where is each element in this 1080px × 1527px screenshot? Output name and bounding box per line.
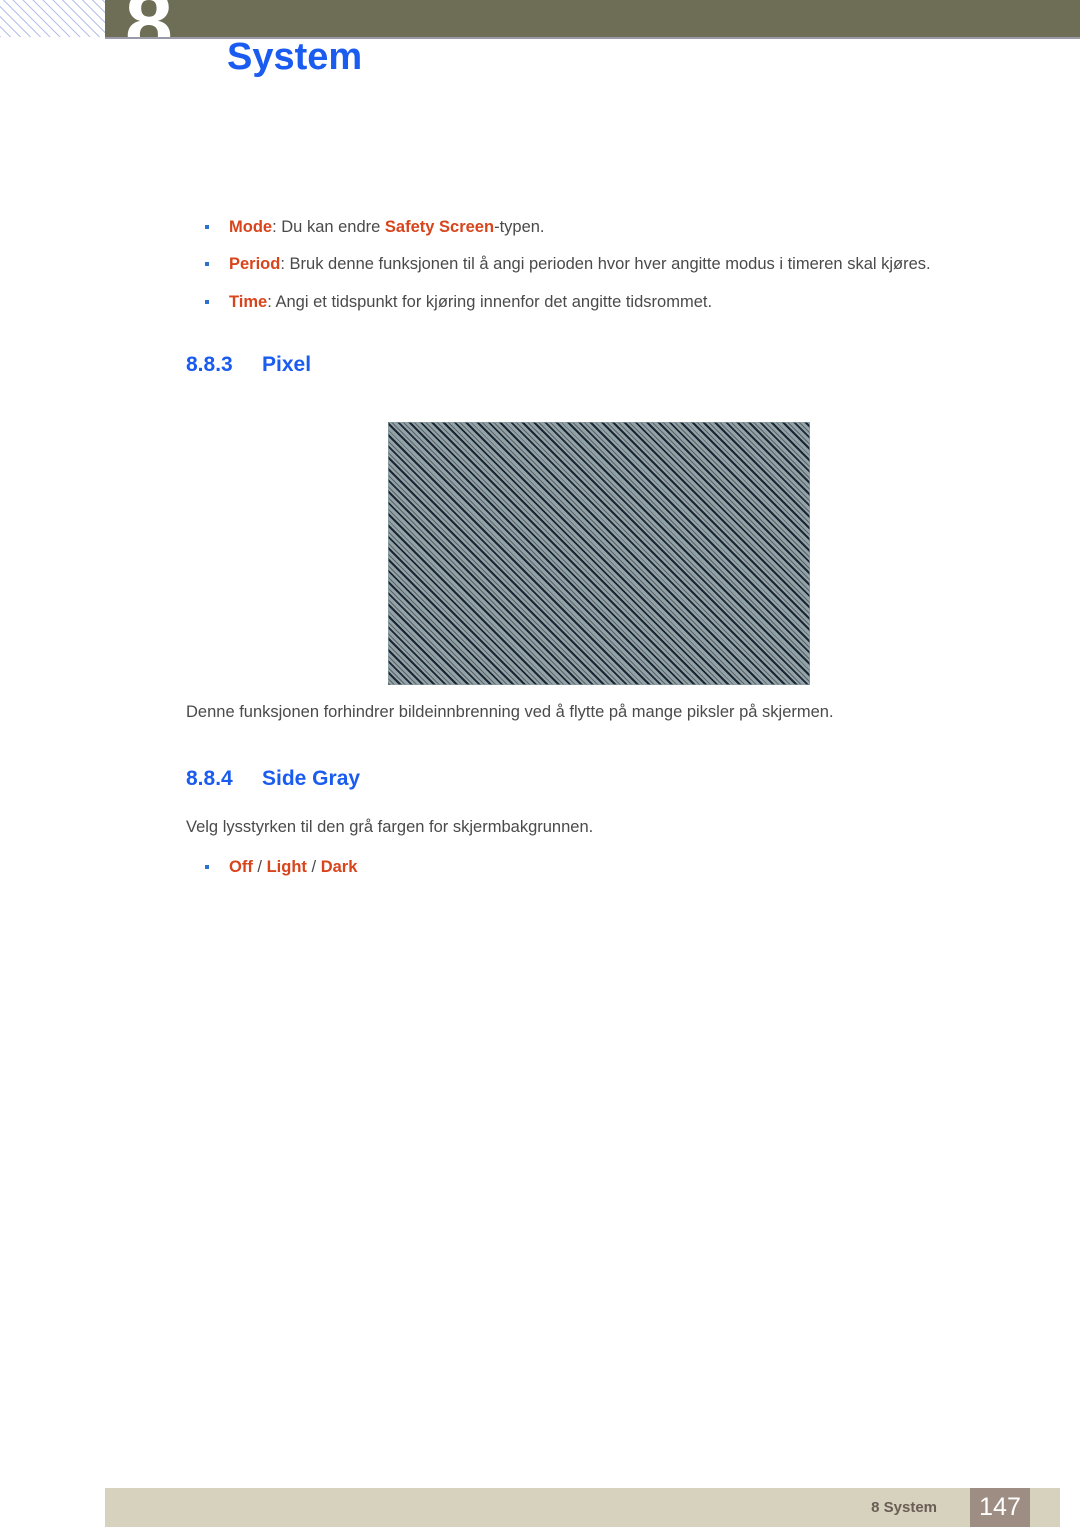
page-number-box: 147 (970, 1488, 1030, 1527)
bullet-dot-icon (205, 299, 209, 304)
list-item: Time: Angi et tidspunkt for kjøring inne… (186, 291, 1046, 313)
page-content: Mode: Du kan endre Safety Screen-typen. … (0, 0, 1080, 1527)
footer-chapter-label: 8 System (871, 1499, 937, 1516)
section-number: 8.8.4 (186, 767, 233, 790)
section-number: 8.8.3 (186, 353, 233, 376)
option-light: Light (266, 858, 307, 876)
page-number: 147 (979, 1493, 1021, 1521)
option-separator: / (306, 858, 321, 876)
bullet-dot-icon (205, 262, 209, 267)
list-item: Mode: Du kan endre Safety Screen-typen. (186, 216, 1046, 238)
section-title: Side Gray (262, 767, 361, 790)
list-item-text-before: Bruk denne funksjonen til å angi periode… (289, 255, 931, 274)
list-item-keyword: Mode (229, 218, 273, 236)
section-heading-pixel: 8.8.3 Pixel (186, 353, 311, 377)
list-item-separator: : (280, 255, 290, 274)
side-gray-options-list: Off / Light / Dark (186, 856, 1046, 893)
page-footer: 8 System 147 (105, 1488, 1060, 1527)
option-off: Off (229, 858, 253, 876)
pixel-shift-pattern-image (388, 422, 810, 685)
list-item-keyword: Period (229, 255, 281, 274)
bullet-dot-icon (205, 865, 209, 869)
option-dark: Dark (320, 858, 358, 876)
list-item-text-before: Du kan endre (281, 218, 385, 236)
section-heading-side-gray: 8.8.4 Side Gray (186, 767, 360, 791)
pixel-caption: Denne funksjonen forhindrer bildeinnbren… (186, 703, 834, 721)
list-item-separator: : (272, 218, 282, 236)
list-item-text-before: Angi et tidspunkt for kjøring innenfor d… (275, 292, 713, 311)
list-item-keyword: Time (229, 292, 268, 311)
bullet-dot-icon (205, 225, 209, 229)
option-separator: / (252, 858, 267, 876)
list-item: Off / Light / Dark (186, 856, 1046, 878)
section-title: Pixel (262, 353, 312, 376)
list-item-inline-keyword: Safety Screen (384, 218, 495, 236)
settings-bullet-list: Mode: Du kan endre Safety Screen-typen. … (186, 216, 1046, 328)
list-item: Period: Bruk denne funksjonen til å angi… (186, 253, 1046, 275)
list-item-text-after: -typen. (494, 218, 545, 236)
side-gray-description: Velg lysstyrken til den grå fargen for s… (186, 818, 594, 836)
